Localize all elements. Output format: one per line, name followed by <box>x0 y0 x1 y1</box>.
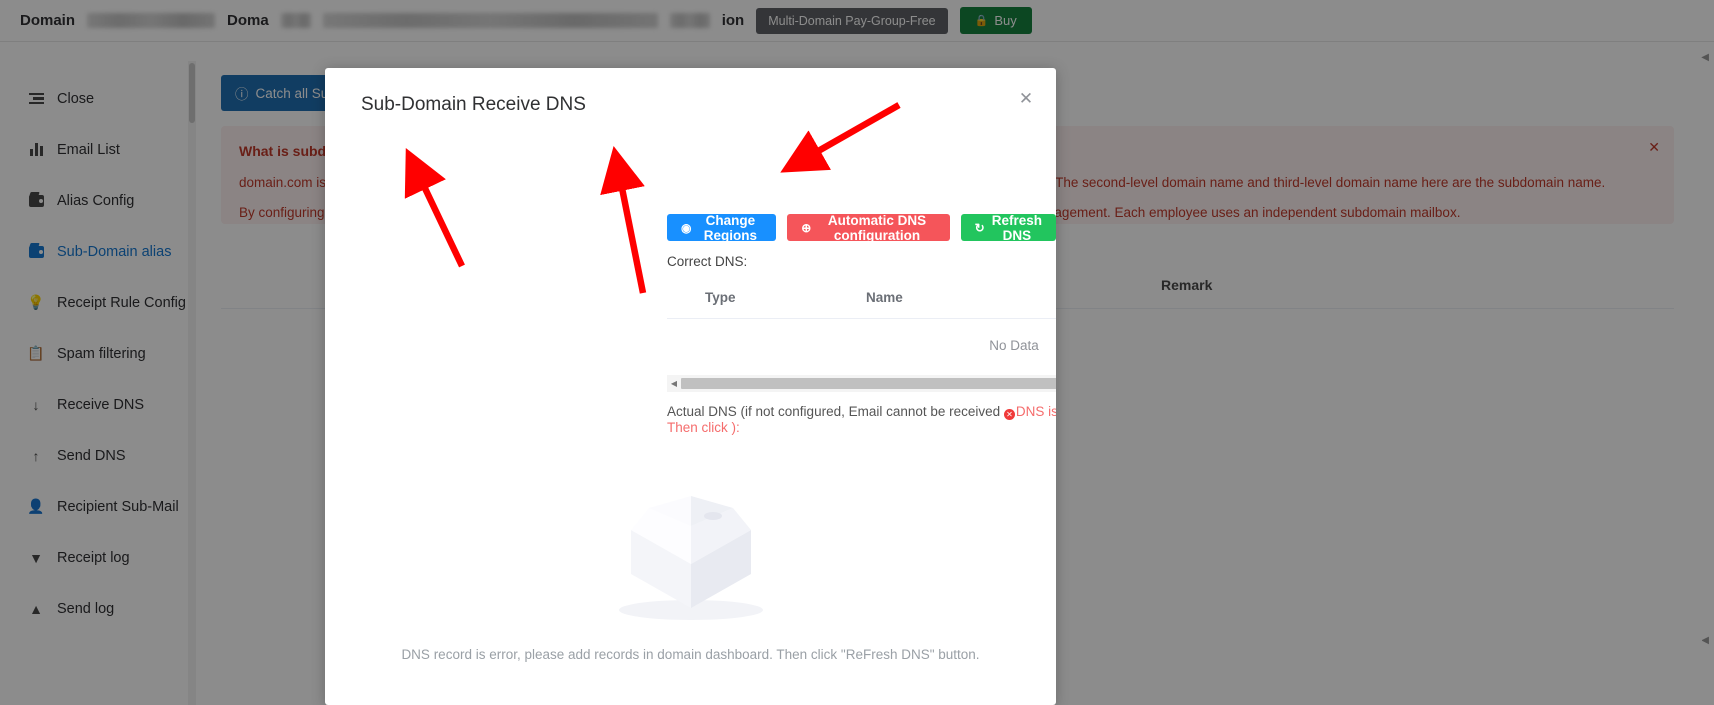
automatic-dns-configuration-button[interactable]: ⊕ Automatic DNS configuration <box>787 212 950 243</box>
refresh-dns-button[interactable]: ↻ Refresh DNS <box>960 212 1056 243</box>
column-header-name: Name <box>866 290 903 305</box>
empty-state: DNS record is error, please add records … <box>325 468 1056 662</box>
refresh-dns-label: Refresh DNS <box>991 212 1042 243</box>
dialog-action-buttons: ◉ Change Regions ⊕ Automatic DNS configu… <box>667 212 1056 243</box>
correct-dns-label: Correct DNS: <box>667 254 748 269</box>
change-regions-button[interactable]: ◉ Change Regions <box>667 212 777 243</box>
plus-circle-icon: ⊕ <box>801 220 812 235</box>
table-empty-text: No Data <box>989 337 1039 353</box>
dialog-title: Sub-Domain Receive DNS <box>361 94 586 115</box>
actual-dns-prefix: Actual DNS (if not configured, Email can… <box>667 404 1004 419</box>
close-icon[interactable]: ✕ <box>1012 84 1040 112</box>
sub-domain-receive-dns-dialog: Sub-Domain Receive DNS ✕ ◉ Change Region… <box>325 68 1056 705</box>
actual-dns-suffix: ): <box>727 420 740 435</box>
scroll-left-arrow-icon[interactable]: ◀ <box>667 379 681 388</box>
table-horizontal-scrollbar[interactable]: ◀ ▶ <box>667 375 1056 392</box>
location-pin-icon: ◉ <box>681 220 692 235</box>
error-dot-icon: ✕ <box>1003 409 1015 420</box>
empty-box-illustration <box>618 496 763 620</box>
correct-dns-table: Type Name Value No Data <box>667 281 1056 371</box>
table-header-row: Type Name Value <box>667 281 1056 319</box>
automatic-dns-label: Automatic DNS configuration <box>827 212 927 243</box>
actual-dns-description: Actual DNS (if not configured, Email can… <box>667 404 1056 436</box>
refresh-icon: ↻ <box>974 220 985 235</box>
scrollbar-thumb[interactable] <box>681 378 1056 389</box>
app-root: Domain Doma ion Multi-Domain Pay-Group-F… <box>0 0 1714 705</box>
change-regions-label: Change Regions <box>703 212 757 243</box>
column-header-type: Type <box>705 290 736 305</box>
empty-state-message: DNS record is error, please add records … <box>401 647 980 662</box>
